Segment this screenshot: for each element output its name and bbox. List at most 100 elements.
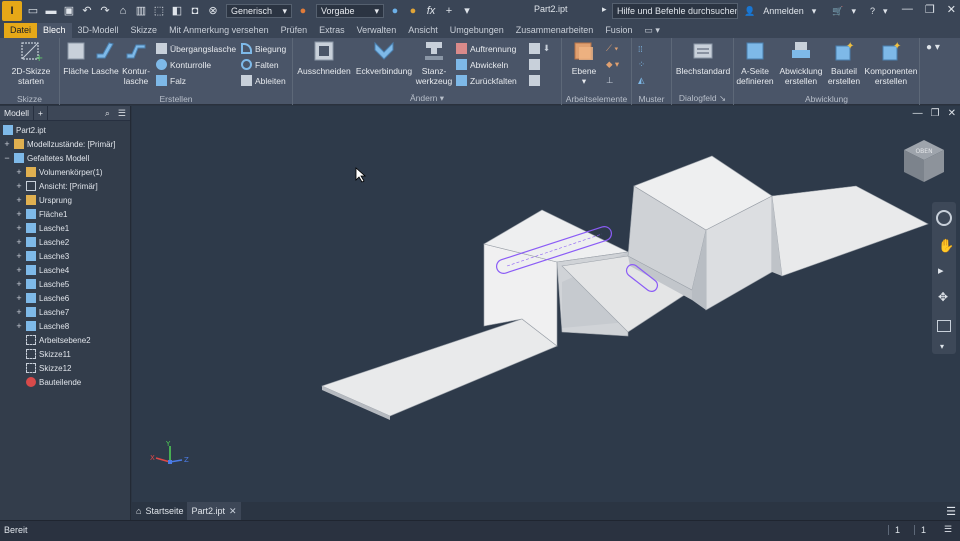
menu-icon[interactable]: ☰ <box>118 108 126 119</box>
add-tab-icon[interactable]: + <box>34 105 49 121</box>
chevron-down-icon[interactable]: ▾ <box>883 6 888 17</box>
minimize-icon[interactable]: — <box>902 3 913 16</box>
tree-item[interactable]: Arbeitsebene2 <box>15 333 91 347</box>
tree-item[interactable]: Skizze12 <box>15 361 71 375</box>
close-icon[interactable]: ✕ <box>229 502 237 520</box>
tree-item[interactable]: + Fläche1 <box>15 207 67 221</box>
tab-datei[interactable]: Datei <box>4 23 38 38</box>
material-icon[interactable]: ◘ <box>188 4 202 18</box>
abwickeln-button[interactable]: Abwickeln <box>456 57 508 72</box>
tree-item[interactable]: + Volumenkörper(1) <box>15 165 103 179</box>
tree-item[interactable]: + Lasche5 <box>15 277 69 291</box>
uebergangslasche-button[interactable]: Übergangslasche <box>156 41 236 56</box>
expand-icon[interactable]: + <box>15 265 23 275</box>
clear-override-icon[interactable]: ⊗ <box>206 4 220 18</box>
aseite-button[interactable]: A-Seite definieren <box>734 40 776 86</box>
falz-button[interactable]: Falz <box>156 73 186 88</box>
adjust-icon[interactable]: ● <box>406 4 420 18</box>
ribbon-extra-dropdown[interactable]: ● ▾ <box>926 42 940 53</box>
cart-icon[interactable]: 🛒 <box>832 6 843 17</box>
graphics-viewport[interactable]: — ❐ ✕ OBEN ✋ ▸ ✥ ▾ Y X Z <box>132 106 960 502</box>
close-icon[interactable]: ✕ <box>947 3 956 16</box>
expand-icon[interactable]: + <box>15 279 23 289</box>
tab-3d-modell[interactable]: 3D-Modell <box>72 23 125 38</box>
undo-icon[interactable]: ↶ <box>80 4 94 18</box>
tab-fusion[interactable]: Fusion <box>599 23 638 38</box>
expand-icon[interactable]: + <box>15 251 23 261</box>
konturrolle-button[interactable]: Konturrolle <box>156 57 211 72</box>
tab-menu-icon[interactable]: ☰ <box>946 505 956 518</box>
tab-pruefen[interactable]: Prüfen <box>275 23 314 38</box>
expand-icon[interactable]: + <box>15 209 23 219</box>
update-icon[interactable]: ▥ <box>134 4 148 18</box>
plus-icon[interactable]: + <box>442 4 456 18</box>
expand-icon[interactable]: + <box>15 223 23 233</box>
ribbon-options-icon[interactable]: ▭ ▾ <box>638 23 666 38</box>
modify-extra-1[interactable]: ⬇ <box>529 41 550 56</box>
look-at-icon[interactable] <box>937 320 951 332</box>
rect-pattern-button[interactable]: ⁞⁞ <box>638 41 643 56</box>
tab-verwalten[interactable]: Verwalten <box>351 23 403 38</box>
tab-anmerkung[interactable]: Mit Anmerkung versehen <box>163 23 275 38</box>
expand-icon[interactable]: + <box>15 237 23 247</box>
tab-umgebungen[interactable]: Umgebungen <box>444 23 510 38</box>
ebene-button[interactable]: Ebene ▾ <box>566 40 602 86</box>
tab-startseite[interactable]: ⌂ Startseite <box>132 502 187 520</box>
abwicklung-erstellen-button[interactable]: Abwicklung erstellen <box>776 40 826 86</box>
signin-button[interactable]: Anmelden <box>763 6 804 16</box>
tab-part2[interactable]: Part2.ipt ✕ <box>187 502 241 520</box>
ausschneiden-button[interactable]: Ausschneiden <box>295 40 353 76</box>
tree-item[interactable]: Skizze11 <box>15 347 71 361</box>
tree-item[interactable]: Bauteilende <box>15 375 81 389</box>
tab-blech[interactable]: Blech <box>37 23 72 38</box>
circ-pattern-button[interactable]: ⁘ <box>638 57 645 72</box>
restore-icon[interactable]: ❐ <box>925 3 935 16</box>
steering-wheel-icon[interactable] <box>936 210 952 226</box>
object-icon[interactable]: ◧ <box>170 4 184 18</box>
expand-icon[interactable]: + <box>15 321 23 331</box>
tab-extras[interactable]: Extras <box>313 23 351 38</box>
tree-item[interactable]: + Lasche7 <box>15 305 69 319</box>
fx-icon[interactable]: fx <box>424 4 438 18</box>
tree-item[interactable]: − Gefaltetes Modell <box>3 151 89 165</box>
material-dropdown[interactable]: Vorgabe ▾ <box>316 4 384 18</box>
tree-item[interactable]: + Lasche8 <box>15 319 69 333</box>
app-logo[interactable]: I <box>2 1 22 21</box>
ucs-button[interactable]: ⊥ <box>606 73 613 88</box>
navbar-options-icon[interactable]: ▾ <box>940 342 944 351</box>
redo-icon[interactable]: ↷ <box>98 4 112 18</box>
tree-item[interactable]: + Lasche4 <box>15 263 69 277</box>
tab-skizze[interactable]: Skizze <box>125 23 164 38</box>
expand-icon[interactable]: + <box>15 307 23 317</box>
zoom-icon[interactable]: ▸ <box>938 264 944 277</box>
auftrennung-button[interactable]: Auftrennung <box>456 41 516 56</box>
expand-icon[interactable]: + <box>3 139 11 149</box>
color-wheel-icon[interactable]: ● <box>296 4 310 18</box>
bauteil-erstellen-button[interactable]: ✦ Bauteil erstellen <box>826 40 862 86</box>
eckverbindung-button[interactable]: Eckverbindung <box>353 40 415 76</box>
modify-extra-2[interactable] <box>529 57 540 72</box>
tab-modell[interactable]: Modell <box>0 105 35 121</box>
tree-root[interactable]: Part2.ipt <box>3 123 46 137</box>
mirror-button[interactable]: ◭ <box>638 73 645 88</box>
expand-icon[interactable]: + <box>15 195 23 205</box>
work-point-button[interactable]: ◆ ▾ <box>606 57 619 72</box>
new-file-icon[interactable]: ▭ <box>26 4 40 18</box>
stanzwerkzeug-button[interactable]: Stanz- werkzeug <box>415 40 453 86</box>
tree-item[interactable]: + Lasche6 <box>15 291 69 305</box>
chevron-down-icon[interactable]: ▾ <box>460 4 474 18</box>
komponenten-erstellen-button[interactable]: ✦ Komponenten erstellen <box>862 40 920 86</box>
work-axis-button[interactable]: ⟋ ▾ <box>606 41 618 56</box>
expand-icon[interactable]: + <box>15 181 23 191</box>
chevron-down-icon[interactable]: ▾ <box>812 6 817 17</box>
search-input[interactable]: Hilfe und Befehle durchsuchen... <box>612 3 738 19</box>
orbit-icon[interactable]: ✥ <box>938 290 948 304</box>
blechstandard-button[interactable]: Blechstandard <box>674 40 732 76</box>
appearance-dropdown[interactable]: Generisch ▾ <box>226 4 292 18</box>
lasche-button[interactable]: Lasche <box>90 40 120 76</box>
tree-item[interactable]: + Lasche1 <box>15 221 69 235</box>
tab-zusammenarbeiten[interactable]: Zusammenarbeiten <box>510 23 600 38</box>
status-options-icon[interactable]: ☰ <box>944 524 952 535</box>
expand-icon[interactable]: + <box>15 293 23 303</box>
tree-item[interactable]: + Ansicht: [Primär] <box>15 179 98 193</box>
